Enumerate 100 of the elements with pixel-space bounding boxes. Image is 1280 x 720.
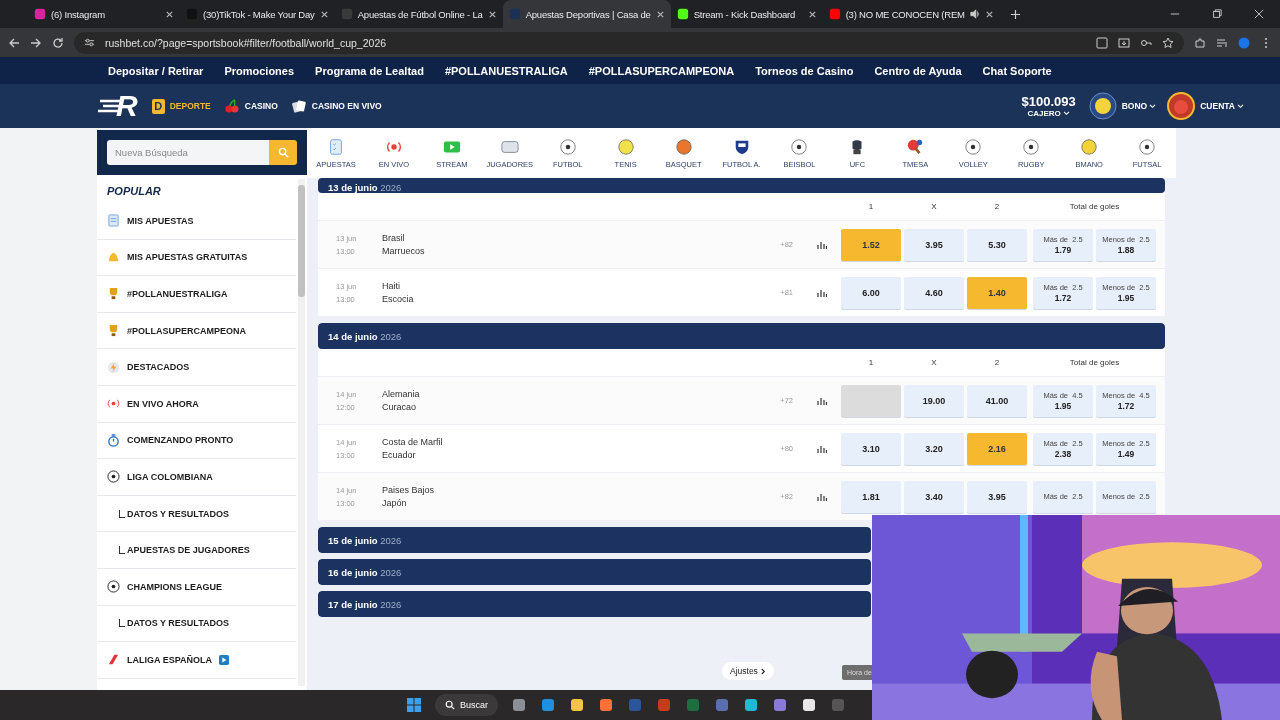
- windows-icon[interactable]: [406, 697, 422, 713]
- team-name[interactable]: Japón: [382, 498, 435, 508]
- sidebar-item[interactable]: MIS APUESTAS: [97, 203, 296, 240]
- sidebar-item[interactable]: CHAMPIONS LEAGUE: [97, 568, 296, 606]
- cherries-icon: [223, 98, 240, 114]
- sidebar-item[interactable]: EN VIVO AHORA: [97, 385, 296, 423]
- close-icon[interactable]: [1254, 9, 1264, 19]
- nav-link[interactable]: #POLLANUESTRALIGA: [444, 64, 568, 77]
- odds-button[interactable]: 3.40: [904, 480, 964, 513]
- product-tab[interactable]: D DEPORTE: [151, 98, 211, 114]
- bar-chart-icon[interactable]: [817, 287, 827, 298]
- extensions-icon[interactable]: [1194, 36, 1206, 49]
- app-icon[interactable]: [743, 697, 759, 713]
- team-name[interactable]: Alemania: [382, 389, 420, 399]
- team-name[interactable]: Brasil: [382, 233, 425, 243]
- nav-link[interactable]: Torneos de Casino: [755, 64, 854, 77]
- close-icon[interactable]: [319, 9, 329, 19]
- odds-button[interactable]: 1.81: [841, 480, 901, 513]
- day-header[interactable]: 14 de junio 2026: [318, 323, 1165, 349]
- sidebar-item[interactable]: DESTACADOS: [97, 349, 296, 386]
- nav-link[interactable]: #POLLASUPERCAMPEONA: [588, 64, 735, 77]
- nav-link[interactable]: Programa de Lealtad: [315, 64, 424, 77]
- app-icon[interactable]: [569, 697, 585, 713]
- sidebar-item[interactable]: LIGA COLOMBIANA: [97, 459, 296, 496]
- odds-button[interactable]: 4.60: [904, 276, 964, 309]
- odds-button[interactable]: 2.16: [967, 432, 1027, 465]
- search-input[interactable]: Nueva Búsqueda: [107, 147, 269, 158]
- taskbar-search[interactable]: Buscar: [435, 694, 498, 716]
- sidebar-item[interactable]: LALIGA ESPAÑOLA: [97, 642, 296, 679]
- odds-button[interactable]: 3.10: [841, 432, 901, 465]
- app-icon[interactable]: [598, 697, 614, 713]
- day-header[interactable]: 16 de junio 2026: [318, 559, 871, 585]
- odds-button[interactable]: 1.52: [841, 228, 901, 261]
- team-name[interactable]: Escocia: [382, 294, 414, 304]
- speaker-icon[interactable]: [969, 9, 980, 19]
- odds-button[interactable]: 19.00: [904, 384, 964, 417]
- team-name[interactable]: Haiti: [382, 281, 414, 291]
- team-name[interactable]: Paises Bajos: [382, 485, 435, 495]
- team-name[interactable]: Curacao: [382, 402, 420, 412]
- bar-chart-icon[interactable]: [817, 395, 827, 406]
- avatar-icon[interactable]: [1088, 92, 1117, 120]
- search-field[interactable]: Nueva Búsqueda: [107, 140, 269, 165]
- bar-chart-icon[interactable]: [817, 239, 827, 250]
- odds-button[interactable]: 3.20: [904, 432, 964, 465]
- odds-button[interactable]: 6.00: [841, 276, 901, 309]
- scrollbar[interactable]: [298, 179, 305, 686]
- sidebar-item[interactable]: COMENZANDO PRONTO: [97, 422, 296, 460]
- browser-tab[interactable]: (3) NO ME CONOCEN (REM: [822, 0, 1000, 28]
- day-header[interactable]: 15 de junio 2026: [318, 527, 871, 553]
- star-icon[interactable]: [1162, 36, 1174, 49]
- browser-tab[interactable]: Stream - Kick Dashboard: [670, 0, 823, 28]
- team-name[interactable]: Marruecos: [382, 246, 425, 256]
- browser-tab[interactable]: Apuestas Deportivas | Casa de: [502, 0, 671, 28]
- media-icon[interactable]: [1216, 36, 1228, 49]
- restore-icon[interactable]: [1212, 9, 1222, 19]
- settings-button[interactable]: Ajustes: [722, 662, 774, 680]
- back-icon[interactable]: [8, 36, 20, 49]
- browser-tab[interactable]: (30)TikTok - Make Your Day: [180, 0, 335, 28]
- cashier-link[interactable]: CAJERO: [1027, 109, 1070, 118]
- bonus-menu[interactable]: BONO: [1121, 101, 1157, 111]
- sidebar-subitem[interactable]: APUESTAS DE JUGADORES: [97, 532, 296, 569]
- account-menu[interactable]: CUENTA: [1200, 101, 1244, 111]
- product-tab[interactable]: CASINO: [223, 98, 278, 114]
- install-icon[interactable]: [1118, 36, 1130, 49]
- sidebar-item[interactable]: #POLLASUPERCAMPEONA: [97, 312, 296, 350]
- bar-chart-icon[interactable]: [817, 491, 827, 502]
- odds-button[interactable]: 5.30: [967, 228, 1027, 261]
- plus-icon[interactable]: [1009, 8, 1021, 20]
- sidebar-item[interactable]: MIS APUESTAS GRATUITAS: [97, 239, 296, 277]
- logo[interactable]: R: [98, 91, 138, 121]
- forward-icon[interactable]: [30, 36, 42, 49]
- odds-button[interactable]: 41.00: [967, 384, 1027, 417]
- team-name[interactable]: Ecuador: [382, 450, 443, 460]
- close-icon[interactable]: [487, 9, 497, 19]
- odds-button[interactable]: 3.95: [904, 228, 964, 261]
- close-icon[interactable]: [807, 9, 817, 19]
- nav-link[interactable]: Chat Soporte: [982, 64, 1052, 77]
- bar-chart-icon[interactable]: [817, 443, 827, 454]
- close-icon[interactable]: [984, 9, 994, 19]
- app-icon[interactable]: [801, 697, 817, 713]
- sidebar-item[interactable]: #POLLANUESTRALIGA: [97, 276, 296, 313]
- site-settings-icon[interactable]: [84, 37, 95, 48]
- day-header[interactable]: 13 de junio 2026: [318, 178, 1165, 193]
- browser-tab[interactable]: Apuestas de Fútbol Online - La: [334, 0, 503, 28]
- product-tab[interactable]: CASINO EN VIVO: [290, 98, 382, 114]
- reload-icon[interactable]: [52, 36, 64, 49]
- team-name[interactable]: Costa de Marfil: [382, 437, 443, 447]
- odds-button[interactable]: 1.40: [967, 276, 1027, 309]
- day-header[interactable]: 17 de junio 2026: [318, 591, 871, 617]
- odds-button[interactable]: 3.95: [967, 480, 1027, 513]
- avatar-icon[interactable]: [1167, 92, 1196, 120]
- nav-link[interactable]: Centro de Ayuda: [874, 64, 962, 77]
- close-icon[interactable]: [655, 9, 665, 19]
- nav-link[interactable]: Depositar / Retirar: [108, 64, 204, 77]
- sidebar-subitem[interactable]: DATOS Y RESULTADOS: [97, 495, 296, 533]
- address-field[interactable]: rushbet.co/?page=sportsbook#filter/football/world_cup_2026: [74, 31, 1184, 54]
- browser-tab[interactable]: (6) Instagram: [28, 0, 180, 28]
- nav-link[interactable]: Promociones: [224, 64, 295, 77]
- close-icon[interactable]: [165, 9, 174, 19]
- sidebar-subitem[interactable]: DATOS Y RESULTADOS: [97, 605, 296, 643]
